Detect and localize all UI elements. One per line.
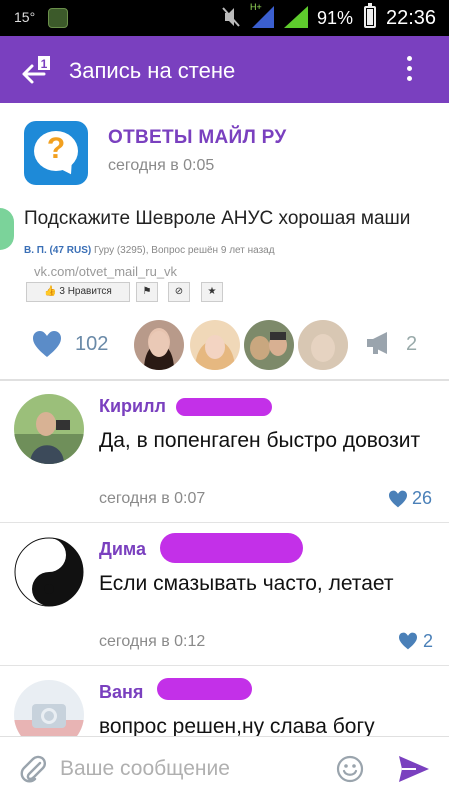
comment-like-count[interactable]: 2 (423, 631, 433, 652)
signal-icon (250, 6, 274, 28)
share-count[interactable]: 2 (406, 333, 417, 356)
page-title: Запись на стене (69, 58, 236, 83)
mute-icon (222, 6, 240, 33)
back-arrow-icon[interactable]: 1 (18, 54, 52, 88)
thumb-icon: 👍 (44, 286, 57, 297)
liker-avatar[interactable] (134, 320, 184, 370)
comment-author[interactable]: Кирилл (99, 396, 166, 417)
redaction-scribble (157, 678, 252, 700)
comment-text: Да, в попенгаген быстро довозит (99, 429, 421, 452)
weather-icon (48, 8, 68, 28)
send-icon[interactable] (398, 755, 430, 783)
message-composer (0, 736, 449, 800)
temperature: 15° (14, 9, 36, 25)
post-text: Подскажите Шевроле АНУС хорошая маши (24, 208, 411, 229)
comment-avatar[interactable] (14, 394, 84, 464)
app-toolbar: 1 Запись на стене (0, 36, 449, 103)
meta-user: В. П. (47 RUS) (24, 245, 92, 256)
heart-icon[interactable] (388, 490, 408, 508)
comment-author[interactable]: Дима (99, 539, 146, 560)
notification-badge: 1 (41, 57, 48, 71)
post-link: vk.com/otvet_mail_ru_vk (34, 264, 178, 279)
block-icon: ⊘ (168, 282, 190, 302)
meta-rest: Гуру (3295), Вопрос решён 9 лет назад (91, 245, 275, 256)
battery-icon (364, 3, 376, 28)
clock: 22:36 (386, 7, 437, 29)
liker-avatar[interactable] (298, 320, 348, 370)
comment-avatar[interactable] (14, 537, 84, 607)
comment-text: Если смазывать часто, летает (99, 572, 394, 595)
more-vertical-icon[interactable] (402, 56, 416, 84)
post-author[interactable]: ОТВЕТЫ МАЙЛ РУ (108, 127, 287, 149)
redaction-scribble (176, 398, 272, 416)
liker-avatar[interactable] (190, 320, 240, 370)
post-meta: В. П. (47 RUS) Гуру (3295), Вопрос решён… (24, 245, 275, 256)
divider (0, 522, 449, 523)
comment-author[interactable]: Ваня (99, 682, 143, 703)
mini-like-button: 👍 3 Нравится (26, 282, 130, 302)
paperclip-icon[interactable] (20, 755, 48, 785)
message-input[interactable] (60, 751, 330, 787)
heart-icon[interactable] (32, 330, 62, 358)
comment-like-count[interactable]: 26 (412, 488, 432, 509)
signal-icon-secondary (282, 6, 308, 28)
author-avatar[interactable]: ? (24, 121, 88, 185)
emoji-icon[interactable] (336, 755, 364, 783)
post-date: сегодня в 0:05 (108, 157, 215, 174)
share-icon[interactable] (365, 331, 393, 355)
mini-like-label: 3 Нравится (59, 286, 112, 297)
like-count[interactable]: 102 (75, 333, 108, 356)
image-avatar-fragment (0, 208, 14, 250)
liker-avatar[interactable] (244, 320, 294, 370)
comment-date: сегодня в 0:12 (99, 633, 206, 650)
battery-percent: 91% (317, 8, 354, 28)
bookmark-icon: ⚑ (136, 282, 158, 302)
star-icon: ★ (201, 282, 223, 302)
heart-icon[interactable] (398, 632, 418, 650)
divider (0, 379, 449, 381)
comment-date: сегодня в 0:07 (99, 490, 206, 507)
status-bar: 15° H+ 91% 22:36 (0, 0, 449, 36)
divider (0, 665, 449, 666)
redaction-scribble (160, 533, 303, 563)
